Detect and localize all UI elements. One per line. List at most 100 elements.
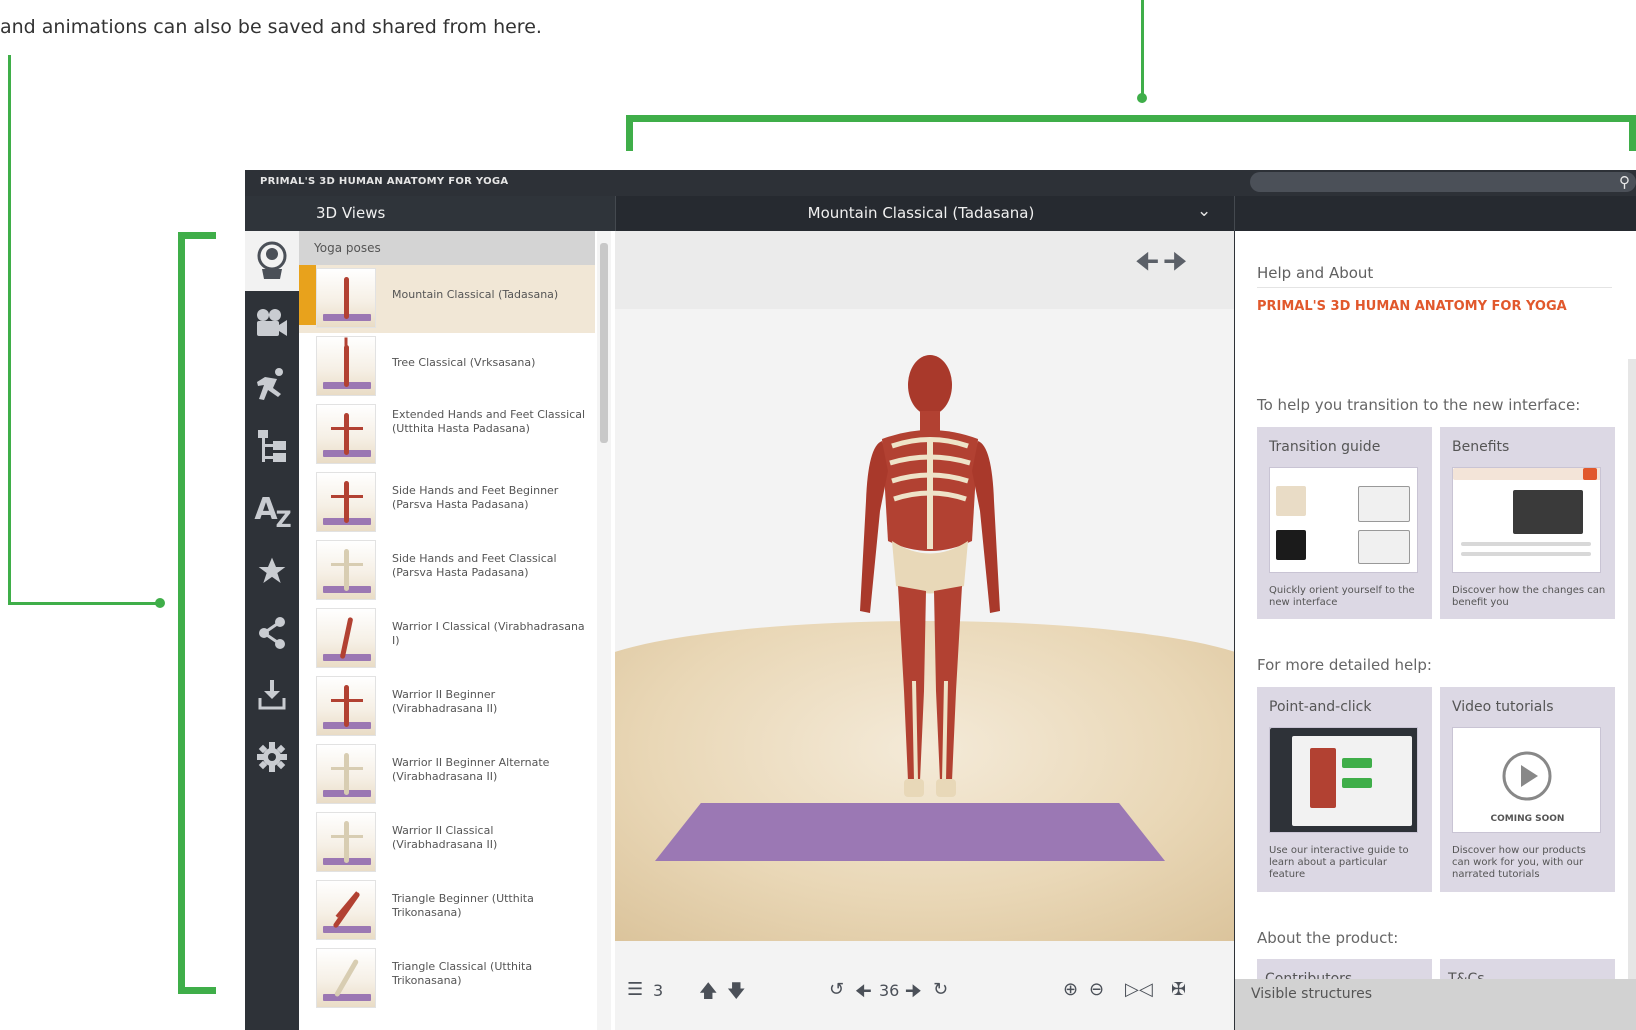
callout-bracket-top-right xyxy=(1629,115,1636,151)
pose-thumbnail xyxy=(316,744,376,804)
callout-dot-left xyxy=(155,598,165,608)
zoom-out-icon[interactable]: ⊖ xyxy=(1089,979,1104,1000)
pose-thumbnail xyxy=(316,472,376,532)
list-item-label: Extended Hands and Feet Classical (Utthi… xyxy=(392,408,586,435)
chevron-down-icon[interactable]: ⌄ xyxy=(1197,201,1211,221)
download-icon[interactable] xyxy=(245,665,299,725)
list-item[interactable]: Warrior II Classical (Virabhadrasana II) xyxy=(299,809,595,877)
layer-down-icon[interactable]: 🡇 xyxy=(727,979,746,1009)
list-scrollbar[interactable] xyxy=(597,231,611,1030)
card-description: Use our interactive guide to learn about… xyxy=(1269,845,1409,880)
nav-arrows: 🠈🠊 xyxy=(1135,243,1191,287)
views-icon[interactable] xyxy=(245,231,299,291)
list-item[interactable]: Extended Hands and Feet Classical (Utthi… xyxy=(299,401,595,469)
rotate-right-icon[interactable]: ↻ xyxy=(933,979,948,1000)
pose-thumbnail xyxy=(316,336,376,396)
list-item[interactable]: Triangle Classical (Utthita Trikonasana) xyxy=(299,945,595,1013)
views-header xyxy=(245,196,616,231)
list-item[interactable]: Tree Classical (Vrksasana) xyxy=(299,333,595,401)
rotate-left-icon[interactable]: ↺ xyxy=(829,979,844,1000)
app-title: PRIMAL'S 3D HUMAN ANATOMY FOR YOGA xyxy=(260,176,509,187)
transition-guide-card[interactable]: Transition guide Quickly orient yourself… xyxy=(1257,427,1432,619)
list-item-label: Warrior I Classical (Virabhadrasana I) xyxy=(392,620,585,647)
list-item[interactable]: Side Hands and Feet Classical (Parsva Ha… xyxy=(299,537,595,605)
list-item[interactable]: Triangle Beginner (Utthita Trikonasana) xyxy=(299,877,595,945)
pose-thumbnail xyxy=(316,948,376,1008)
list-header: Yoga poses xyxy=(299,231,595,265)
card-title: Point-and-click xyxy=(1269,699,1372,715)
title-bar: PRIMAL'S 3D HUMAN ANATOMY FOR YOGA ⚲ xyxy=(245,170,1636,196)
running-figure-icon[interactable] xyxy=(245,355,299,415)
a-z-icon[interactable]: AZ xyxy=(245,479,299,539)
search-icon[interactable]: ⚲ xyxy=(1619,173,1630,191)
about-heading: About the product: xyxy=(1257,929,1399,947)
mirror-icon[interactable]: ▷◁ xyxy=(1125,979,1153,1000)
pose-thumbnail xyxy=(316,608,376,668)
list-item[interactable]: Mountain Classical (Tadasana) xyxy=(299,265,595,333)
transition-heading: To help you transition to the new interf… xyxy=(1257,396,1581,414)
list-item[interactable]: Warrior I Classical (Virabhadrasana I) xyxy=(299,605,595,673)
scrollbar-thumb[interactable] xyxy=(600,243,608,443)
selection-marker xyxy=(299,265,316,325)
list-item[interactable]: Warrior II Beginner Alternate (Virabhadr… xyxy=(299,741,595,809)
camera-icon[interactable] xyxy=(245,293,299,353)
pose-thumbnail xyxy=(316,268,376,328)
rotate-right-arrow-icon[interactable]: 🠊 xyxy=(905,979,922,1009)
share-icon[interactable] xyxy=(245,603,299,663)
callout-bracket-top-left xyxy=(626,115,633,151)
sidebar-icons: AZ xyxy=(245,231,299,1030)
pose-thumbnail xyxy=(316,812,376,872)
detailed-heading: For more detailed help: xyxy=(1257,656,1432,674)
list-item[interactable]: Side Hands and Feet Beginner (Parsva Has… xyxy=(299,469,595,537)
back-arrow-icon[interactable]: 🠈 xyxy=(1135,246,1163,276)
rotation-step: 36 xyxy=(879,981,900,1000)
help-scrollbar[interactable] xyxy=(1628,359,1636,979)
card-image xyxy=(1269,727,1418,833)
callout-dot-top xyxy=(1137,93,1147,103)
3d-viewer[interactable]: 🠈🠊 ☰ 3 🡅 🡇 ↺ 🠈 36 🠊 ↻ ⊕ ⊖ ▷◁ ✠ xyxy=(615,231,1234,1030)
callout-line-top-vertical xyxy=(1141,0,1144,96)
zoom-in-icon[interactable]: ⊕ xyxy=(1063,979,1078,1000)
caption-text: and animations can also be saved and sha… xyxy=(0,16,542,38)
visible-structures-label: Visible structures xyxy=(1251,986,1373,1002)
card-description: Quickly orient yourself to the new inter… xyxy=(1269,585,1415,608)
header-bar: 3D Views Mountain Classical (Tadasana) ⌄ xyxy=(245,196,1636,231)
help-panel: Help and About PRIMAL'S 3D HUMAN ANATOMY… xyxy=(1235,231,1636,1030)
callout-bracket-left xyxy=(178,232,185,994)
callout-line-left-vertical xyxy=(8,55,11,605)
callout-bracket-top xyxy=(626,115,1636,122)
pose-thumbnail xyxy=(316,540,376,600)
list-item-label: Side Hands and Feet Classical (Parsva Ha… xyxy=(392,552,557,579)
benefits-card[interactable]: Benefits Discover how the changes can be… xyxy=(1440,427,1615,619)
gear-icon[interactable] xyxy=(245,727,299,787)
pose-title-dropdown[interactable]: Mountain Classical (Tadasana) xyxy=(615,204,1227,222)
app-window: PRIMAL'S 3D HUMAN ANATOMY FOR YOGA ⚲ 3D … xyxy=(245,170,1636,1030)
star-icon[interactable] xyxy=(245,541,299,601)
help-product-title: PRIMAL'S 3D HUMAN ANATOMY FOR YOGA xyxy=(1257,299,1567,314)
list-item-label: Tree Classical (Vrksasana) xyxy=(392,356,536,369)
list-header-label: Yoga poses xyxy=(314,241,381,255)
layer-up-icon[interactable]: 🡅 xyxy=(699,979,718,1009)
video-tutorials-card[interactable]: Video tutorials COMING SOON Discover how… xyxy=(1440,687,1615,892)
pin-icon[interactable]: ✠ xyxy=(1171,979,1186,1000)
layers-icon[interactable]: ☰ xyxy=(627,979,643,1000)
forward-arrow-icon[interactable]: 🠊 xyxy=(1163,246,1191,276)
pose-thumbnail xyxy=(316,676,376,736)
card-title: Video tutorials xyxy=(1452,699,1554,715)
anatomy-model[interactable] xyxy=(830,351,1030,811)
pose-list-panel: Yoga poses Mountain Classical (Tadasana)… xyxy=(299,231,615,1030)
visible-structures-bar[interactable]: Visible structures xyxy=(1235,979,1636,1030)
help-divider xyxy=(1257,287,1612,288)
help-body: To help you transition to the new interf… xyxy=(1235,359,1628,1019)
rotate-left-arrow-icon[interactable]: 🠈 xyxy=(855,979,872,1009)
list-item[interactable]: Warrior II Beginner (Virabhadrasana II) xyxy=(299,673,595,741)
list-item-label: Mountain Classical (Tadasana) xyxy=(392,288,559,301)
point-and-click-card[interactable]: Point-and-click Use our interactive guid… xyxy=(1257,687,1432,892)
card-image: COMING SOON xyxy=(1452,727,1601,833)
tree-hierarchy-icon[interactable] xyxy=(245,417,299,477)
card-image xyxy=(1269,467,1418,573)
coming-soon-badge: COMING SOON xyxy=(1490,814,1565,824)
search-input[interactable]: ⚲ xyxy=(1250,172,1636,192)
card-description: Discover how our products can work for y… xyxy=(1452,845,1586,880)
callout-line-left-horizontal xyxy=(8,602,158,605)
